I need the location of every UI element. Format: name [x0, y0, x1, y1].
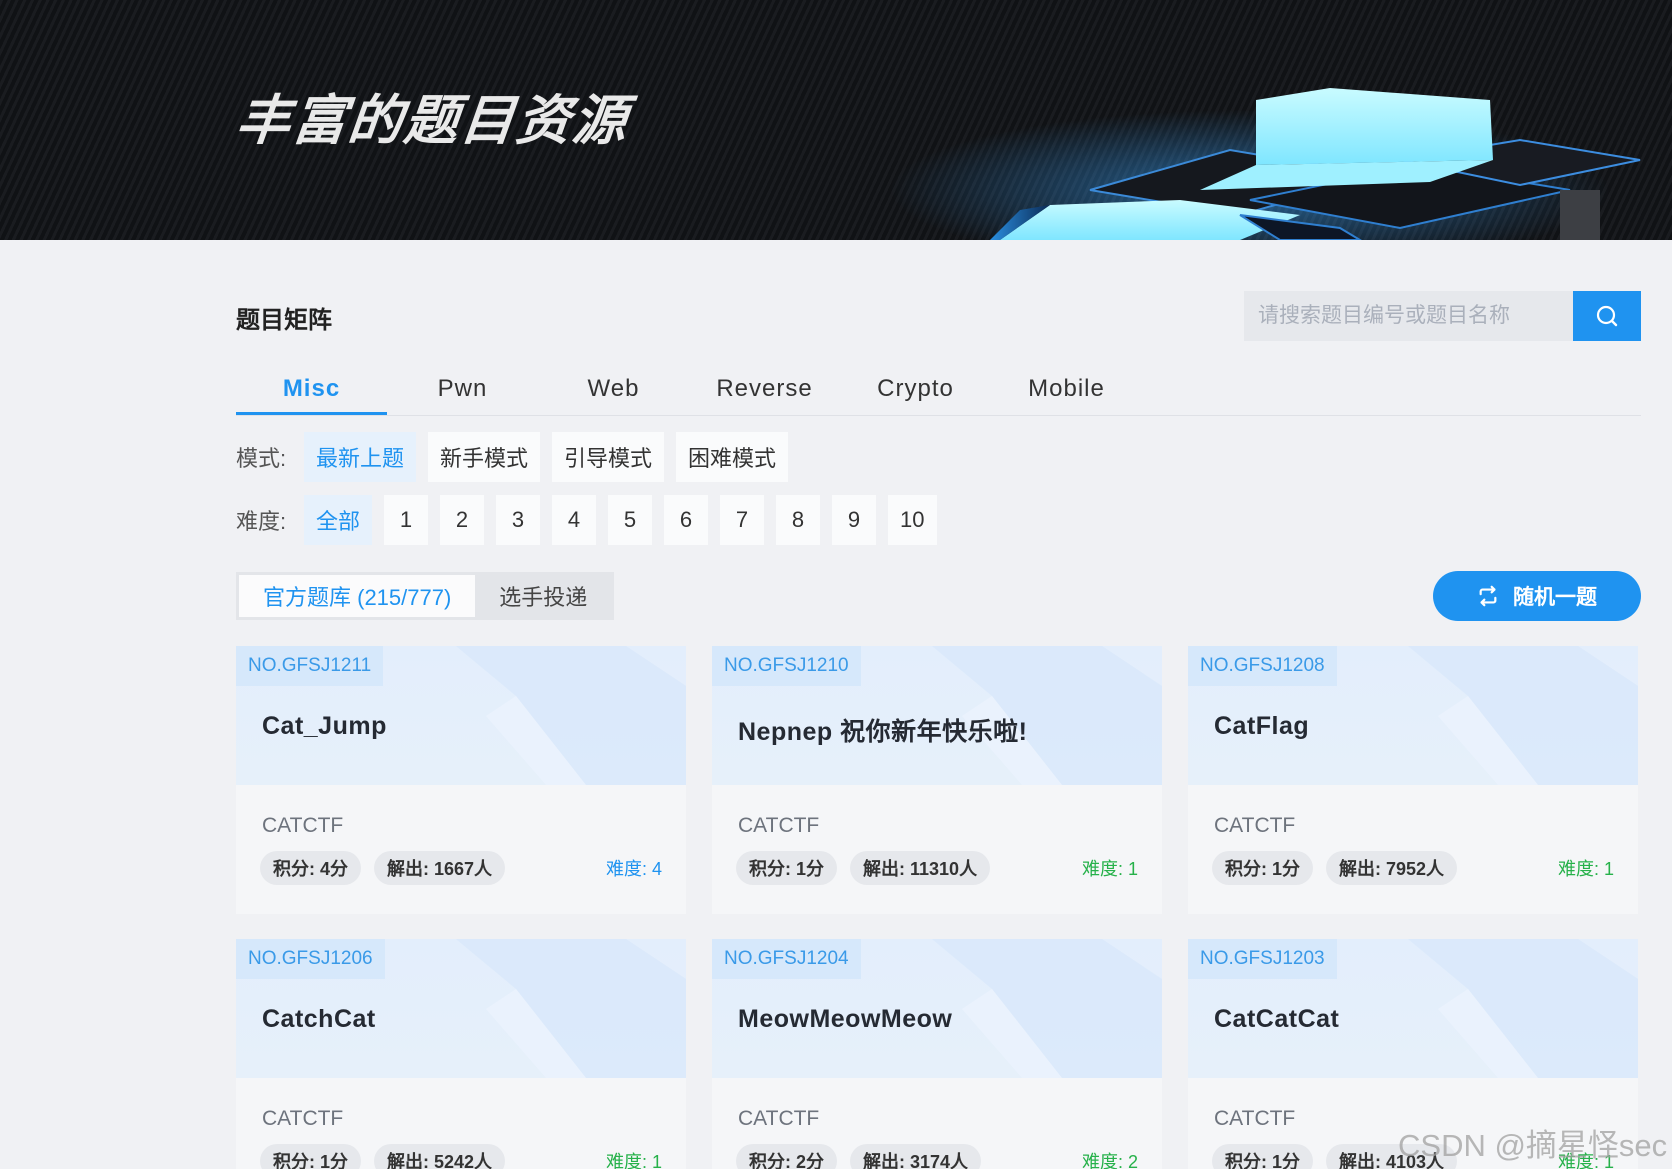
tab-crypto[interactable]: Crypto — [840, 362, 991, 415]
tab-misc[interactable]: Misc — [236, 362, 387, 415]
card-header: NO.GFSJ1204 MeowMeowMeow — [712, 939, 1162, 1078]
challenge-name: Nepnep 祝你新年快乐啦! — [738, 718, 1028, 746]
tab-mobile[interactable]: Mobile — [991, 362, 1142, 415]
solves-pill: 解出: 11310人 — [850, 851, 991, 885]
challenge-stats: 积分: 1分 解出: 5242人 难度: 1 — [260, 1144, 662, 1169]
shuffle-icon — [1477, 585, 1499, 607]
score-pill: 积分: 2分 — [736, 1144, 838, 1169]
score-pill: 积分: 1分 — [260, 1144, 362, 1169]
mode-option-guided[interactable]: 引导模式 — [552, 432, 665, 482]
challenge-name: Cat_Jump — [262, 712, 387, 740]
difficulty-option-4[interactable]: 4 — [552, 495, 597, 545]
challenge-number: NO.GFSJ1203 — [1188, 939, 1337, 979]
difficulty-option-3[interactable]: 3 — [496, 495, 541, 545]
difficulty-option-all[interactable]: 全部 — [304, 495, 373, 545]
difficulty-text: 难度: 1 — [1557, 859, 1614, 879]
challenge-source: CATCTF — [262, 814, 344, 837]
mode-option-latest[interactable]: 最新上题 — [304, 432, 417, 482]
banner-title: 丰富的题目资源 — [233, 89, 632, 152]
challenge-card[interactable]: NO.GFSJ1210 Nepnep 祝你新年快乐啦! CATCTF 积分: 1… — [712, 646, 1162, 914]
watermark: CSDN @摘星怪sec — [1398, 1128, 1668, 1163]
difficulty-option-5[interactable]: 5 — [608, 495, 653, 545]
score-pill: 积分: 1分 — [1212, 1144, 1314, 1169]
hero-banner: 丰富的题目资源 — [0, 0, 1672, 240]
category-tabs: Misc Pwn Web Reverse Crypto Mobile — [236, 362, 1641, 416]
card-decoration — [1408, 939, 1638, 1078]
challenge-number: NO.GFSJ1208 — [1188, 646, 1337, 686]
card-decoration — [1408, 646, 1638, 785]
challenge-stats: 积分: 1分 解出: 11310人 难度: 1 — [736, 851, 1138, 885]
challenge-name: CatFlag — [1214, 712, 1310, 740]
card-header: NO.GFSJ1203 CatCatCat — [1188, 939, 1638, 1078]
challenge-source: CATCTF — [262, 1107, 344, 1130]
card-decoration — [456, 939, 686, 1078]
challenge-source: CATCTF — [1214, 1107, 1296, 1130]
solves-pill: 解出: 3174人 — [850, 1144, 982, 1169]
mode-filter: 模式: 最新上题 新手模式 引导模式 困难模式 — [236, 432, 800, 482]
tab-reverse[interactable]: Reverse — [689, 362, 840, 415]
score-pill: 积分: 1分 — [736, 851, 838, 885]
difficulty-option-6[interactable]: 6 — [664, 495, 709, 545]
card-header: NO.GFSJ1206 CatchCat — [236, 939, 686, 1078]
difficulty-option-10[interactable]: 10 — [888, 495, 937, 545]
challenge-card[interactable]: NO.GFSJ1208 CatFlag CATCTF 积分: 1分 解出: 79… — [1188, 646, 1638, 914]
difficulty-option-8[interactable]: 8 — [776, 495, 821, 545]
score-pill: 积分: 4分 — [260, 851, 362, 885]
challenge-number: NO.GFSJ1210 — [712, 646, 861, 686]
solves-pill: 解出: 5242人 — [374, 1144, 506, 1169]
tab-pwn[interactable]: Pwn — [387, 362, 538, 415]
search-input[interactable] — [1244, 291, 1573, 341]
challenge-card[interactable]: NO.GFSJ1204 MeowMeowMeow CATCTF 积分: 2分 解… — [712, 939, 1162, 1169]
difficulty-text: 难度: 1 — [605, 1152, 662, 1169]
difficulty-label: 难度: — [236, 509, 287, 534]
challenge-number: NO.GFSJ1211 — [236, 646, 384, 686]
challenge-stats: 积分: 2分 解出: 3174人 难度: 2 — [736, 1144, 1138, 1169]
card-header: NO.GFSJ1210 Nepnep 祝你新年快乐啦! — [712, 646, 1162, 785]
challenge-stats: 积分: 4分 解出: 1667人 难度: 4 — [260, 851, 662, 885]
score-pill: 积分: 1分 — [1212, 851, 1314, 885]
solves-pill: 解出: 7952人 — [1326, 851, 1458, 885]
search-button[interactable] — [1573, 291, 1641, 341]
challenge-source: CATCTF — [738, 814, 820, 837]
challenge-card[interactable]: NO.GFSJ1206 CatchCat CATCTF 积分: 1分 解出: 5… — [236, 939, 686, 1169]
challenge-stats: 积分: 1分 解出: 7952人 难度: 1 — [1212, 851, 1614, 885]
card-header: NO.GFSJ1208 CatFlag — [1188, 646, 1638, 785]
solves-pill: 解出: 1667人 — [374, 851, 506, 885]
difficulty-text: 难度: 1 — [1081, 859, 1138, 879]
difficulty-option-9[interactable]: 9 — [832, 495, 877, 545]
player-submissions-tab[interactable]: 选手投递 — [475, 575, 611, 617]
official-bank-tab[interactable]: 官方题库 (215/777) — [239, 575, 476, 617]
challenge-source: CATCTF — [1214, 814, 1296, 837]
search-icon — [1596, 305, 1618, 327]
mode-option-hard[interactable]: 困难模式 — [676, 432, 789, 482]
difficulty-option-7[interactable]: 7 — [720, 495, 765, 545]
search-bar — [1244, 291, 1641, 341]
card-decoration — [456, 646, 686, 785]
tab-web[interactable]: Web — [538, 362, 689, 415]
mode-label: 模式: — [236, 446, 287, 471]
difficulty-text: 难度: 2 — [1081, 1152, 1138, 1169]
difficulty-text: 难度: 4 — [605, 859, 662, 879]
challenge-card[interactable]: NO.GFSJ1211 Cat_Jump CATCTF 积分: 4分 解出: 1… — [236, 646, 686, 914]
challenge-name: CatCatCat — [1214, 1005, 1340, 1033]
mode-option-beginner[interactable]: 新手模式 — [428, 432, 541, 482]
challenge-source: CATCTF — [738, 1107, 820, 1130]
bank-switch: 官方题库 (215/777) 选手投递 — [236, 572, 615, 620]
challenge-name: MeowMeowMeow — [738, 1005, 953, 1033]
challenge-name: CatchCat — [262, 1005, 376, 1033]
difficulty-option-1[interactable]: 1 — [384, 495, 429, 545]
random-challenge-button[interactable]: 随机一题 — [1433, 571, 1641, 621]
challenge-number: NO.GFSJ1206 — [236, 939, 385, 979]
difficulty-filter: 难度: 全部 1 2 3 4 5 6 7 8 9 10 — [236, 495, 949, 545]
card-header: NO.GFSJ1211 Cat_Jump — [236, 646, 686, 785]
difficulty-option-2[interactable]: 2 — [440, 495, 485, 545]
challenge-number: NO.GFSJ1204 — [712, 939, 861, 979]
section-title: 题目矩阵 — [236, 307, 332, 334]
random-challenge-label: 随机一题 — [1513, 586, 1597, 609]
